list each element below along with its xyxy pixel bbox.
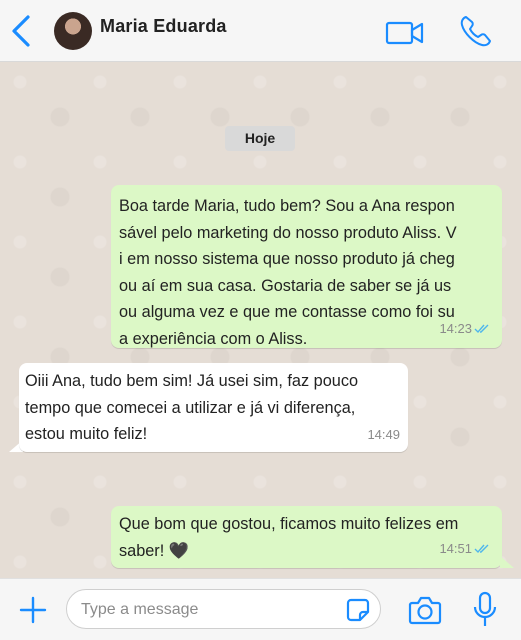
contact-name[interactable]: Maria Eduarda [100,16,227,37]
chat-area: Hoje Boa tarde Maria, tudo bem? Sou a An… [0,62,521,578]
message-composer [0,578,521,640]
chat-header: Maria Eduarda [0,0,521,62]
avatar[interactable] [54,12,92,50]
date-divider: Hoje [225,126,295,151]
message-meta: 14:51 [439,536,490,563]
message-input[interactable] [79,597,343,623]
microphone-icon[interactable] [472,591,498,629]
phone-call-icon[interactable] [458,13,494,49]
bubble-tail [500,556,514,568]
message-outgoing[interactable]: Boa tarde Maria, tudo bem? Sou a Ana res… [111,185,502,348]
message-incoming[interactable]: Oiii Ana, tudo bem sim! Já usei sim, faz… [19,363,408,452]
message-input-wrapper [66,589,381,629]
back-chevron-icon[interactable] [8,13,36,49]
message-time: 14:51 [439,540,472,556]
sticker-icon[interactable] [345,597,371,623]
message-outgoing[interactable]: Que bom que gostou, ficamos muito felize… [111,506,502,568]
message-time: 14:49 [367,426,400,442]
message-text: Oiii Ana, tudo bem sim! Já usei sim, faz… [25,372,359,443]
plus-icon[interactable] [18,595,48,625]
message-time: 14:23 [439,320,472,336]
read-ticks-icon [474,544,489,553]
message-meta: 14:23 [439,316,490,343]
read-ticks-icon [474,324,489,333]
video-call-icon[interactable] [385,20,425,46]
message-meta: 14:49 [367,422,400,449]
camera-icon[interactable] [408,594,442,626]
